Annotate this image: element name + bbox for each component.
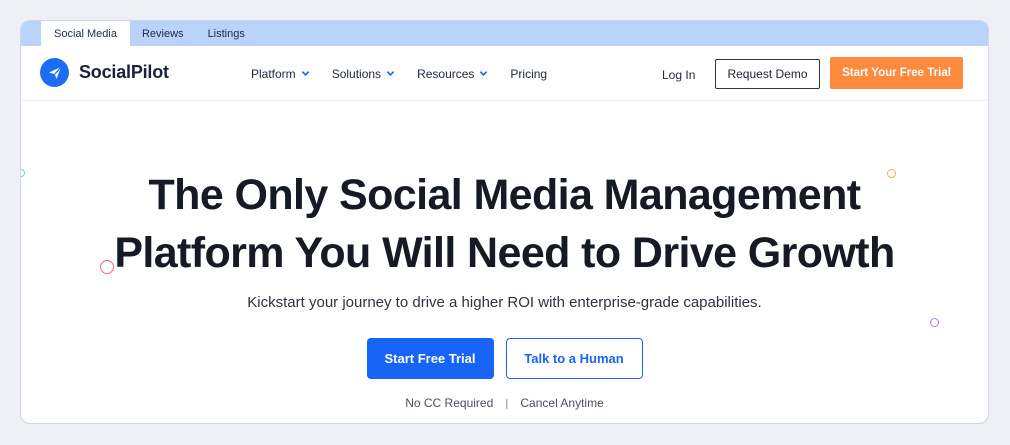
nav-item-label: Platform — [251, 66, 296, 81]
hero-subtext: Kickstart your journey to drive a higher… — [247, 294, 762, 311]
request-demo-button[interactable]: Request Demo — [715, 59, 820, 89]
brand-name: SocialPilot — [79, 62, 169, 82]
tab-social-media[interactable]: Social Media — [41, 21, 130, 46]
hero-headline-line1: The Only Social Media Management — [148, 171, 862, 219]
tab-reviews[interactable]: Reviews — [130, 21, 196, 46]
talk-to-human-button[interactable]: Talk to a Human — [505, 338, 643, 379]
hero-notes: No CC Required | Cancel Anytime — [21, 396, 988, 410]
login-link[interactable]: Log In — [662, 68, 695, 82]
start-free-trial-button[interactable]: Start Free Trial — [366, 338, 494, 379]
hero-headline-line2: Platform You Will Need to Drive Growth — [114, 229, 895, 277]
chevron-down-icon — [480, 71, 488, 76]
nav-item-solutions[interactable]: Solutions — [332, 67, 395, 81]
start-free-trial-header-button[interactable]: Start Your Free Trial — [830, 57, 963, 89]
chevron-down-icon — [386, 71, 395, 76]
tab-listings[interactable]: Listings — [196, 21, 257, 46]
brand-logo[interactable]: SocialPilot — [40, 58, 169, 87]
hero-cta-group: Start Free Trial Talk to a Human — [21, 338, 988, 379]
nav-item-label: Resources — [417, 66, 475, 81]
main-nav: SocialPilot Platform Solutions Resources… — [21, 46, 988, 101]
nav-item-label: Solutions — [331, 66, 382, 81]
nav-item-label: Pricing — [510, 66, 548, 81]
paper-plane-icon — [40, 58, 69, 87]
hero-headline: The Only Social Media Management Platfor… — [21, 166, 988, 282]
chevron-down-icon — [301, 71, 309, 76]
browser-frame: Social Media Reviews Listings SocialPilo… — [20, 20, 989, 424]
nav-item-resources[interactable]: Resources — [417, 67, 488, 81]
nav-item-platform[interactable]: Platform — [251, 67, 310, 81]
decorative-circle — [930, 318, 939, 327]
cancel-anytime-note: Cancel Anytime — [520, 396, 604, 410]
product-tabs: Social Media Reviews Listings — [21, 21, 988, 46]
no-cc-note: No CC Required — [405, 396, 494, 410]
note-separator: | — [505, 396, 509, 410]
nav-item-pricing[interactable]: Pricing — [510, 67, 547, 81]
nav-menu: Platform Solutions Resources Pricing — [251, 46, 547, 101]
